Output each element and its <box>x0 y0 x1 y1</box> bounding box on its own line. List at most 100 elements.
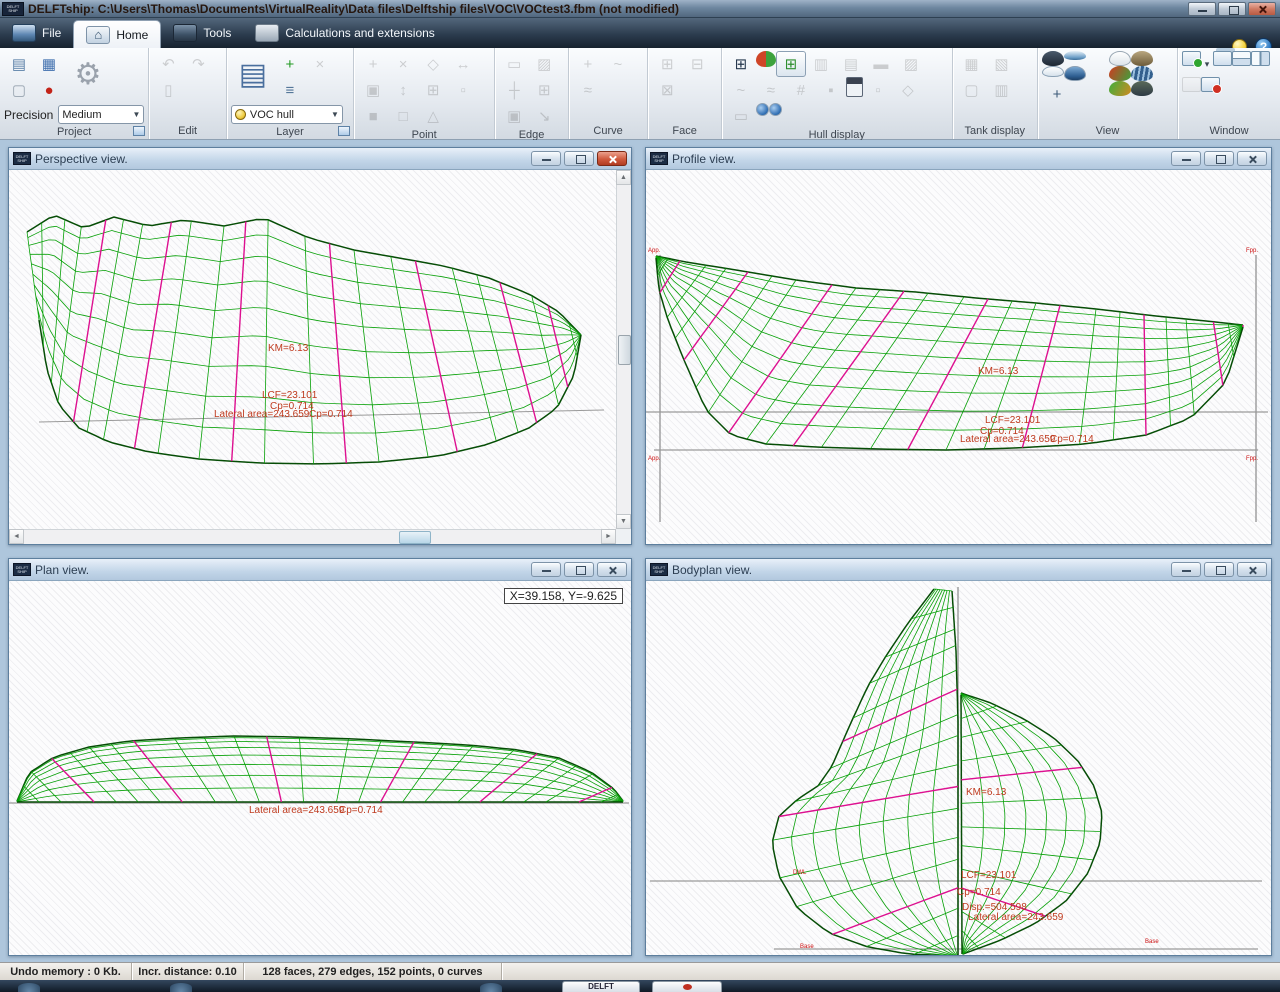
add-curve-icon: + <box>573 51 603 77</box>
ribbon-group-curve: +~≈ Curve <box>569 48 649 139</box>
new-window-icon[interactable] <box>1182 51 1201 66</box>
save-icon[interactable]: ▦ <box>34 51 64 77</box>
zoom-extents-icon[interactable]: + <box>1042 81 1072 107</box>
perspective-restore-button[interactable] <box>564 151 594 166</box>
chevron-down-icon: ▼ <box>331 110 339 119</box>
ribbon-group-edit: ↶↷▯ Edit <box>149 48 227 139</box>
profile-view-icon[interactable] <box>1064 51 1086 60</box>
cp-annotation-2: Cp=0.714 <box>309 409 353 420</box>
perspective-close-button[interactable] <box>597 151 627 166</box>
sectional-areas-icon: ▭ <box>726 103 756 129</box>
km-annotation: KM=6.13 <box>966 787 1006 798</box>
pin-hydrostatic-labels-icon[interactable] <box>769 103 782 116</box>
app-icon <box>683 984 692 990</box>
bodyplan-viewport[interactable]: DWL Base Base KM=6.13 LCF=23.101 Cp=0.71… <box>646 581 1271 955</box>
project-dialog-launcher-icon[interactable] <box>133 126 145 136</box>
perspective-hull-wireframe <box>9 170 616 529</box>
taskbar-delftship-button[interactable]: DELFT <box>562 981 640 992</box>
plan-restore-button[interactable] <box>564 562 594 577</box>
layers-panel-icon[interactable]: ▤ <box>231 51 275 97</box>
gaussian-curvature-icon[interactable] <box>1109 66 1131 81</box>
tab-file[interactable]: File <box>0 18 73 48</box>
profile-viewport[interactable]: App. App. Fpp. Fpp. KM=6.13 LCF=23.101 C… <box>646 170 1271 544</box>
show-interior-edges-icon[interactable]: ⊞ <box>776 51 806 77</box>
plan-close-button[interactable] <box>597 562 627 577</box>
settings-gear-icon[interactable]: ⚙ <box>66 51 110 97</box>
tab-file-label: File <box>42 26 61 40</box>
layer-visibility-bulb-icon[interactable] <box>235 109 246 120</box>
environment-map-icon[interactable] <box>1109 81 1131 96</box>
layer-select[interactable]: VOC hull ▼ <box>231 105 343 124</box>
tab-home[interactable]: ⌂ Home <box>73 20 161 48</box>
perspective-viewport[interactable]: KM=6.13 LCF=23.101 Cp=0.714 Lateral area… <box>9 170 616 529</box>
unlock-points-icon: □ <box>388 103 418 129</box>
perspective-view-title: Perspective view. <box>35 152 527 166</box>
plan-window: DELFTSHIP Plan view. X=39.158, Y=-9.625 … <box>8 558 632 956</box>
bodyplan-restore-button[interactable] <box>1204 562 1234 577</box>
tile-vertical-icon[interactable] <box>1251 51 1270 66</box>
perspective-horizontal-scrollbar[interactable]: ◄ ► <box>9 529 616 544</box>
ribbon-group-view: + View <box>1038 48 1178 139</box>
taskbar-icon[interactable] <box>170 983 192 992</box>
show-features-pin-icon[interactable] <box>756 103 769 116</box>
new-project-icon[interactable]: ▢ <box>4 77 34 103</box>
profile-restore-button[interactable] <box>1204 151 1234 166</box>
plan-view-icon[interactable] <box>1042 66 1064 77</box>
scroll-up-icon[interactable]: ▲ <box>616 170 631 185</box>
scroll-down-icon[interactable]: ▼ <box>616 514 631 529</box>
bodyplan-window-titlebar[interactable]: DELFTSHIP Bodyplan view. <box>646 559 1271 581</box>
undo-memory-status: Undo memory : 0 Kb. <box>0 963 132 980</box>
vertical-scroll-thumb[interactable] <box>618 335 631 365</box>
taskbar-icon[interactable] <box>480 983 502 992</box>
horizontal-scroll-thumb[interactable] <box>399 531 431 544</box>
bodyplan-view-icon[interactable] <box>1042 51 1064 66</box>
perspective-vertical-scrollbar[interactable]: ▲ ▼ <box>616 170 631 529</box>
zebra-shading-icon[interactable] <box>1131 66 1153 81</box>
developability-mode-icon[interactable] <box>1131 51 1153 66</box>
plan-viewport[interactable]: X=39.158, Y=-9.625 Lateral area=243.659 … <box>9 581 631 955</box>
cascade-windows-icon[interactable] <box>1213 51 1232 66</box>
taskbar-icon[interactable] <box>18 983 40 992</box>
app-marker-top: App. <box>648 248 660 254</box>
scroll-right-icon[interactable]: ► <box>601 529 616 544</box>
fpp-marker-top: Fpp. <box>1246 248 1258 254</box>
perspective-view-icon[interactable] <box>1064 66 1086 81</box>
profile-window-titlebar[interactable]: DELFTSHIP Profile view. <box>646 148 1271 170</box>
plan-window-titlebar[interactable]: DELFTSHIP Plan view. <box>9 559 631 581</box>
hydrostatics-display-icon[interactable] <box>846 77 863 97</box>
print-icon[interactable]: ▤ <box>4 51 34 77</box>
tile-horizontal-icon[interactable] <box>1232 51 1251 66</box>
collapse-edge-icon: ┼ <box>499 77 529 103</box>
profile-close-button[interactable] <box>1237 151 1267 166</box>
taskbar-app-button[interactable] <box>652 981 722 992</box>
show-control-net-icon[interactable]: ⊞ <box>726 51 756 77</box>
texture-mode-icon[interactable] <box>1131 81 1153 96</box>
plan-minimize-button[interactable] <box>531 562 561 577</box>
close-all-windows-icon[interactable] <box>1201 77 1220 92</box>
auto-group-layer-icon[interactable]: ≡ <box>275 77 305 103</box>
ribbon-tabstrip: File ⌂ Home Tools Calculations and exten… <box>0 18 1280 48</box>
insert-grid-icon: ⊞ <box>418 77 448 103</box>
perspective-window-titlebar[interactable]: DELFTSHIP Perspective view. <box>9 148 631 170</box>
precision-select[interactable]: Medium ▼ <box>58 105 144 124</box>
perspective-minimize-button[interactable] <box>531 151 561 166</box>
scroll-left-icon[interactable]: ◄ <box>9 529 24 544</box>
close-button[interactable] <box>1248 2 1276 16</box>
tab-tools[interactable]: Tools <box>161 18 243 48</box>
bodyplan-minimize-button[interactable] <box>1171 562 1201 577</box>
profile-minimize-button[interactable] <box>1171 151 1201 166</box>
add-layer-icon[interactable]: + <box>275 51 305 77</box>
shade-hull-icon[interactable] <box>756 51 776 67</box>
align-points-icon: ↕ <box>388 77 418 103</box>
maximize-button[interactable] <box>1218 2 1246 16</box>
layer-dialog-launcher-icon[interactable] <box>338 126 350 136</box>
bodyplan-close-button[interactable] <box>1237 562 1267 577</box>
lcf-annotation: LCF=23.101 <box>262 390 317 401</box>
minimize-button[interactable] <box>1188 2 1216 16</box>
layer-value: VOC hull <box>250 109 327 121</box>
tab-calculations[interactable]: Calculations and extensions <box>243 18 446 48</box>
tank-outline-icon: ▢ <box>957 77 987 103</box>
exit-icon[interactable]: ● <box>34 77 64 103</box>
wireframe-mode-icon[interactable] <box>1109 51 1131 66</box>
show-normals-icon: ▫ <box>863 77 893 103</box>
